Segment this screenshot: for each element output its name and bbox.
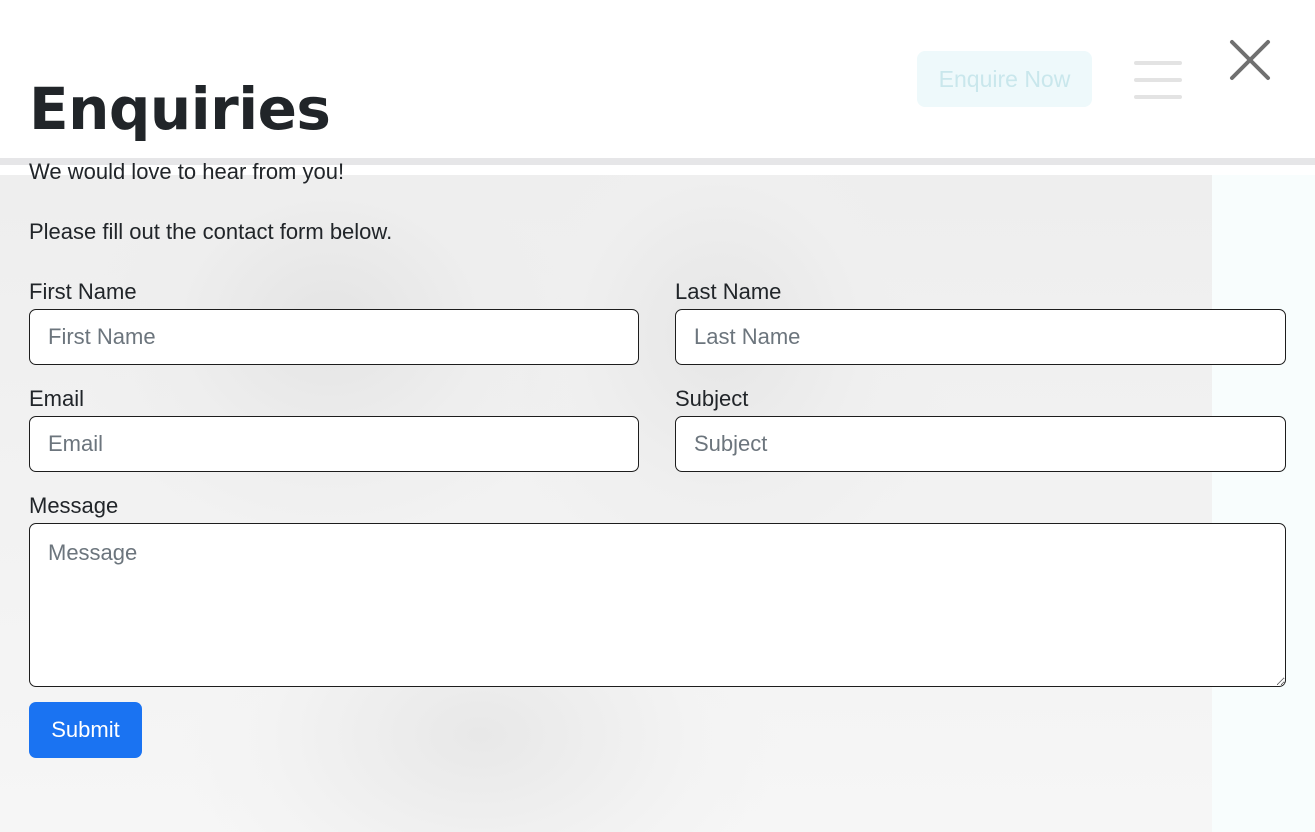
subject-label: Subject: [675, 386, 749, 411]
last-name-label: Last Name: [675, 279, 782, 304]
hamburger-bar: [1134, 95, 1182, 99]
hamburger-bar: [1134, 78, 1182, 82]
subject-input[interactable]: [675, 416, 1286, 472]
hamburger-menu-icon[interactable]: [1134, 61, 1182, 99]
background-side-panel: [1212, 175, 1315, 832]
message-label: Message: [29, 493, 119, 518]
page: Enquire Now Enquiries We would love to h…: [0, 0, 1315, 832]
submit-button[interactable]: Submit: [29, 702, 142, 758]
background-photo: [0, 175, 1212, 832]
intro-text: We would love to hear from you!: [29, 159, 345, 184]
last-name-input[interactable]: [675, 309, 1286, 365]
first-name-input[interactable]: [29, 309, 639, 365]
hamburger-bar: [1134, 61, 1182, 65]
message-textarea[interactable]: [29, 523, 1286, 687]
enquire-now-button[interactable]: Enquire Now: [917, 51, 1092, 107]
email-label: Email: [29, 386, 85, 411]
first-name-label: First Name: [29, 279, 137, 304]
modal-title: Enquiries: [29, 75, 331, 143]
email-input[interactable]: [29, 416, 639, 472]
instructions-text: Please fill out the contact form below.: [29, 219, 393, 244]
close-icon[interactable]: [1226, 36, 1274, 84]
